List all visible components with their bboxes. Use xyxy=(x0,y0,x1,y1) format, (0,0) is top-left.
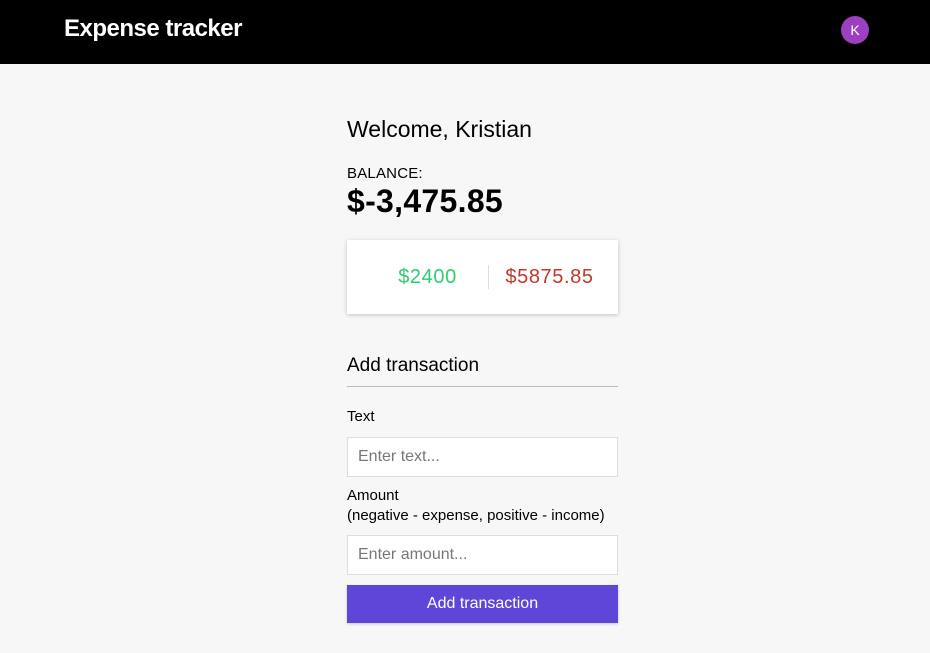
income-amount: $2400 xyxy=(398,265,457,288)
top-nav-bar: Expense tracker K xyxy=(0,0,930,64)
expense-column: $5875.85 xyxy=(489,240,618,314)
balance-value: $-3,475.85 xyxy=(347,183,504,219)
amount-label-title: Amount xyxy=(347,487,399,504)
amount-input[interactable] xyxy=(347,535,618,575)
section-divider xyxy=(347,386,618,387)
user-avatar[interactable]: K xyxy=(841,16,869,44)
amount-field-label: Amount (negative - expense, positive - i… xyxy=(347,486,605,526)
app-title: Expense tracker xyxy=(64,15,242,42)
add-transaction-heading: Add transaction xyxy=(347,355,480,376)
add-transaction-button[interactable]: Add transaction xyxy=(347,585,618,623)
balance-label: BALANCE: xyxy=(347,165,423,182)
amount-label-hint: (negative - expense, positive - income) xyxy=(347,507,605,524)
text-input[interactable] xyxy=(347,437,618,477)
income-expense-card: $2400 $5875.85 xyxy=(347,240,618,314)
text-field-label: Text xyxy=(347,408,375,425)
expense-amount: $5875.85 xyxy=(505,265,594,288)
income-column: $2400 xyxy=(347,240,488,314)
welcome-heading: Welcome, Kristian xyxy=(347,116,532,142)
